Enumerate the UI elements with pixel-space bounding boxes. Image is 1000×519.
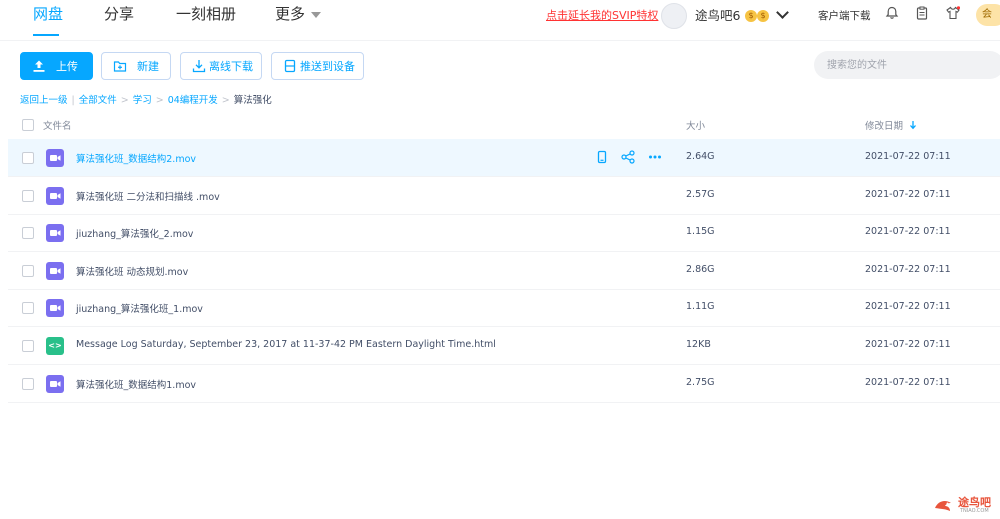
search-input[interactable] (814, 51, 1000, 79)
row-checkbox[interactable] (22, 377, 34, 390)
upload-label: 上传 (56, 60, 78, 73)
breadcrumb-programming[interactable]: 04编程开发 (168, 95, 218, 106)
nav-more-label: 更多 (275, 5, 306, 23)
file-name[interactable]: Message Log Saturday, September 23, 2017… (76, 339, 496, 350)
table-header: 文件名 大小 修改日期 (20, 114, 1000, 136)
coin-icon: $ (757, 10, 769, 22)
chevron-down-icon[interactable] (776, 6, 789, 19)
table-row[interactable]: jiuzhang_算法强化_2.mov 1.15G 2021-07-22 07:11 (8, 214, 1000, 253)
file-name[interactable]: jiuzhang_算法强化班_1.mov (76, 301, 203, 315)
nav-album[interactable]: 一刻相册 (176, 0, 236, 40)
table-row[interactable]: 算法强化班_数据结构2.mov 2.64G 2021-07-22 07:11 (8, 139, 1000, 177)
file-modified-date: 2021-07-22 07:11 (865, 376, 951, 388)
tshirt-icon[interactable] (946, 6, 960, 20)
file-modified-date: 2021-07-22 07:11 (865, 339, 951, 350)
nav-album-label: 一刻相册 (176, 5, 237, 23)
push-device-label: 推送到设备 (300, 60, 355, 73)
sort-arrow-down-icon[interactable] (909, 120, 917, 130)
nav-active-indicator (33, 34, 59, 36)
column-header-name[interactable]: 文件名 (43, 118, 72, 132)
username[interactable]: 途鸟吧6 (695, 5, 740, 24)
push-device-button[interactable]: 推送到设备 (271, 52, 364, 80)
file-modified-date: 2021-07-22 07:11 (865, 263, 951, 275)
file-name[interactable]: 算法强化班 动态规划.mov (76, 264, 188, 278)
file-name[interactable]: 算法强化班_数据结构1.mov (76, 377, 196, 391)
breadcrumb-chevron-icon: > (120, 95, 129, 106)
row-checkbox[interactable] (22, 302, 34, 315)
nav-netdisk-label: 网盘 (33, 5, 64, 23)
svip-promo-link[interactable]: 点击延长我的SVIP特权 (546, 7, 658, 23)
breadcrumb: 返回上一级 | 全部文件 > 学习 >04编程开发 > 算法强化 (20, 92, 272, 106)
upload-icon (33, 60, 45, 72)
device-icon (284, 59, 296, 73)
video-file-icon (46, 299, 64, 318)
file-name[interactable]: 算法强化班_数据结构2.mov (76, 151, 196, 165)
select-all-checkbox[interactable] (22, 119, 34, 131)
breadcrumb-divider: | (71, 95, 75, 106)
file-size: 1.15G (686, 226, 715, 238)
offline-download-button[interactable]: 离线下载 (180, 52, 262, 80)
more-options-icon[interactable] (648, 150, 662, 164)
video-file-icon (46, 186, 64, 205)
file-modified-date: 2021-07-22 07:11 (865, 151, 951, 162)
table-row[interactable]: jiuzhang_算法强化班_1.mov 1.11G 2021-07-22 07:1… (8, 289, 1000, 328)
file-size: 2.57G (686, 188, 715, 200)
file-modified-date: 2021-07-22 07:11 (865, 226, 951, 238)
file-name[interactable]: 算法强化班 二分法和扫描线 .mov (76, 189, 220, 203)
table-row[interactable]: 算法强化班 二分法和扫描线 .mov 2.57G 2021-07-22 07:11 (8, 177, 1000, 215)
bell-icon[interactable] (885, 6, 899, 20)
file-modified-date: 2021-07-22 07:11 (865, 188, 951, 200)
file-size: 2.64G (686, 151, 715, 162)
file-size: 12KB (686, 339, 711, 350)
row-checkbox[interactable] (22, 264, 34, 277)
watermark-subtext: TNIAO.COM (960, 508, 989, 514)
file-size: 2.75G (686, 376, 715, 388)
coin-icon: $ (745, 10, 757, 22)
breadcrumb-current: 算法强化 (233, 95, 272, 106)
vip-tag[interactable]: 会 (976, 4, 1000, 26)
video-file-icon (46, 261, 64, 280)
new-button[interactable]: 新建 (101, 52, 171, 80)
caret-down-icon (311, 11, 322, 18)
file-name[interactable]: jiuzhang_算法强化_2.mov (76, 226, 193, 240)
avatar[interactable] (661, 3, 687, 29)
file-size: 1.11G (686, 301, 715, 313)
row-checkbox[interactable] (22, 227, 34, 240)
table-row[interactable]: 算法强化班_数据结构1.mov 2.75G 2021-07-22 07:11 (8, 365, 1000, 403)
top-bar: 网盘 分享 一刻相册 更多 点击延长我的SVIP特权 途鸟吧6 $ $ 客户端下… (0, 0, 1000, 41)
new-folder-icon (113, 61, 127, 72)
breadcrumb-back-link[interactable]: 返回上一级 (20, 95, 68, 106)
new-label: 新建 (137, 60, 159, 73)
column-header-date[interactable]: 修改日期 (865, 118, 903, 132)
client-download-link[interactable]: 客户端下载 (818, 8, 871, 23)
bird-logo-icon (935, 500, 951, 511)
upload-button[interactable]: 上传 (20, 52, 93, 80)
table-row[interactable]: <> Message Log Saturday, September 23, 20… (8, 327, 1000, 365)
breadcrumb-study[interactable]: 学习 (133, 95, 152, 106)
file-modified-date: 2021-07-22 07:11 (865, 301, 951, 313)
video-file-icon (46, 224, 64, 243)
row-checkbox[interactable] (22, 189, 34, 202)
row-checkbox[interactable] (22, 152, 34, 164)
download-icon (192, 60, 206, 73)
nav-share[interactable]: 分享 (104, 0, 134, 40)
video-file-icon (46, 149, 64, 167)
offline-download-label: 离线下载 (209, 60, 253, 73)
column-header-size[interactable]: 大小 (686, 118, 705, 132)
breadcrumb-chevron-icon: > (155, 95, 164, 106)
row-checkbox[interactable] (22, 340, 34, 352)
breadcrumb-all-files[interactable]: 全部文件 (79, 95, 117, 106)
breadcrumb-chevron-icon: > (221, 95, 230, 106)
clipboard-icon[interactable] (915, 6, 929, 20)
share-icon[interactable] (621, 150, 635, 164)
table-row[interactable]: 算法强化班 动态规划.mov 2.86G 2021-07-22 07:11 (8, 252, 1000, 290)
video-file-icon (46, 374, 64, 393)
file-size: 2.86G (686, 263, 715, 275)
push-device-icon[interactable] (595, 150, 609, 164)
nav-more[interactable]: 更多 (275, 0, 322, 40)
html-file-icon: <> (46, 337, 64, 355)
nav-share-label: 分享 (104, 5, 135, 23)
watermark-logo: 途鸟吧 TNIAO.COM (932, 492, 1000, 519)
